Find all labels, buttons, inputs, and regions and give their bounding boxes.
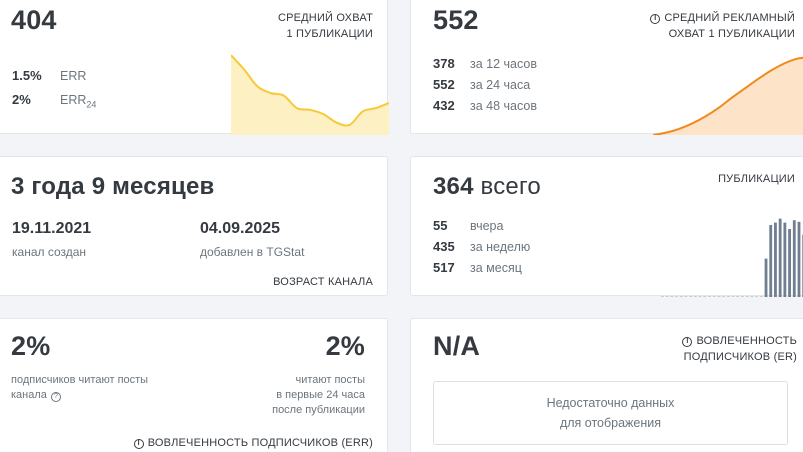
- err-value: 1.5%: [12, 68, 42, 83]
- bar: [755, 296, 759, 297]
- bar: [679, 296, 683, 297]
- bar: [745, 296, 749, 297]
- err-left-label: подписчиков читают посты канала?: [11, 374, 149, 402]
- info-icon[interactable]: i: [650, 14, 661, 24]
- no-data-box: Недостаточно данных для отображения: [433, 381, 788, 445]
- bar: [712, 296, 716, 297]
- err24-value: 2%: [12, 92, 31, 107]
- channel-age-caption: ВОЗРАСТ КАНАЛА: [273, 276, 373, 288]
- err-label: ERR: [60, 69, 87, 83]
- bar: [797, 221, 801, 297]
- engagement-caption: i ВОВЛЕЧЕННОСТЬ ПОДПИСЧИКОВ (ER): [682, 335, 797, 363]
- err-right-label: читают посты в первые 24 часа после публ…: [272, 374, 365, 416]
- added-date: 04.09.2025: [200, 220, 281, 237]
- bar: [717, 296, 721, 297]
- bar: [693, 296, 697, 297]
- question-icon[interactable]: ?: [50, 392, 61, 402]
- reach-sparkline: [231, 54, 389, 135]
- bar: [736, 296, 740, 297]
- card-publications: 364 всего ПУБЛИКАЦИИ 55 вчера 435 за нед…: [410, 156, 803, 297]
- bar: [698, 296, 702, 297]
- ad-reach-curve: [653, 56, 803, 135]
- posts-row-yesterday: 55 вчера: [433, 218, 504, 233]
- card-engagement: N/A i ВОВЛЕЧЕННОСТЬ ПОДПИСЧИКОВ (ER) Недо…: [410, 318, 803, 452]
- created-date: 19.11.2021: [12, 220, 92, 237]
- posts-row-week: 435 за неделю: [433, 239, 531, 254]
- info-icon[interactable]: i: [133, 439, 144, 449]
- publications-value: 364 всего: [433, 173, 541, 200]
- ad-reach-row-48h: 432 за 48 часов: [433, 98, 537, 113]
- average-ad-reach-caption: i СРЕДНИЙ РЕКЛАМНЫЙ ОХВАТ 1 ПУБЛИКАЦИИ: [650, 10, 795, 42]
- bar: [689, 296, 693, 297]
- bar: [708, 296, 711, 297]
- err-right-value: 2%: [325, 331, 365, 361]
- bar: [675, 296, 678, 297]
- card-average-reach: 404 СРЕДНИЙ ОХВАТ 1 ПУБЛИКАЦИИ 1.5% ERR …: [0, 0, 389, 135]
- err-left-value: 2%: [11, 331, 51, 361]
- average-reach-value: 404: [11, 5, 57, 35]
- bar: [684, 296, 688, 297]
- bar: [722, 296, 726, 297]
- bar: [774, 222, 777, 297]
- average-ad-reach-value: 552: [433, 5, 479, 35]
- card-average-ad-reach: 552 i СРЕДНИЙ РЕКЛАМНЫЙ ОХВАТ 1 ПУБЛИКАЦИ…: [410, 0, 803, 135]
- area-fill: [231, 55, 389, 135]
- publications-bar-chart: [661, 218, 803, 297]
- err24-label: ERR24: [60, 93, 97, 110]
- bar: [670, 296, 674, 297]
- bar: [769, 225, 773, 297]
- ad-reach-row-12h: 378 за 12 часов: [433, 56, 537, 71]
- added-label: добавлен в TGStat: [200, 245, 305, 259]
- info-icon[interactable]: i: [682, 337, 693, 347]
- bar: [661, 296, 664, 297]
- bar: [726, 296, 730, 297]
- ad-reach-row-24h: 552 за 24 часа: [433, 77, 531, 92]
- bar: [783, 222, 787, 297]
- bar: [731, 296, 735, 297]
- average-reach-caption: СРЕДНИЙ ОХВАТ 1 ПУБЛИКАЦИИ: [277, 12, 373, 40]
- err-caption: i ВОВЛЕЧЕННОСТЬ ПОДПИСЧИКОВ (ERR): [133, 435, 373, 451]
- card-channel-age: 3 года 9 месяцев 19.11.2021 канал создан…: [0, 156, 388, 296]
- bar: [759, 296, 763, 297]
- err-row: 1.5% ERR: [12, 68, 86, 83]
- bar: [750, 296, 754, 297]
- bar: [778, 218, 782, 297]
- bar: [792, 220, 796, 297]
- bar: [741, 296, 744, 297]
- bar: [703, 296, 707, 297]
- card-err: 2% подписчиков читают посты канала? 2% ч…: [0, 318, 388, 452]
- area-fill: [653, 57, 803, 135]
- created-label: канал создан: [12, 245, 87, 259]
- channel-age-value: 3 года 9 месяцев: [11, 173, 215, 200]
- err24-row: 2% ERR24: [12, 92, 96, 110]
- engagement-value: N/A: [433, 331, 481, 361]
- bar: [665, 296, 669, 297]
- publications-caption: ПУБЛИКАЦИИ: [718, 173, 795, 185]
- bar: [788, 229, 791, 297]
- posts-row-month: 517 за месяц: [433, 260, 522, 275]
- bar: [764, 258, 768, 297]
